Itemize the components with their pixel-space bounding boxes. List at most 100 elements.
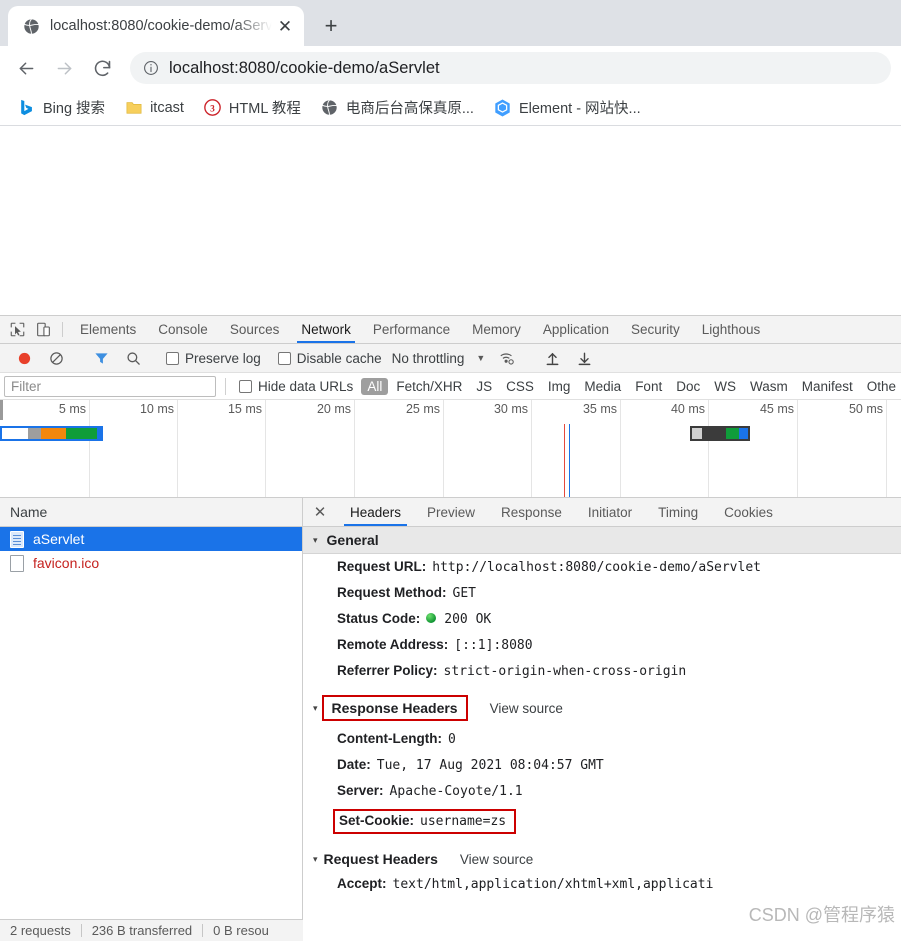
status-transferred: 236 B transferred: [91, 923, 193, 938]
devtools-tab-console[interactable]: Console: [147, 316, 219, 343]
browser-tab[interactable]: localhost:8080/cookie-demo/aServlet ✕: [8, 6, 304, 46]
request-list: aServlet favicon.ico: [0, 527, 302, 941]
globe-icon: [321, 99, 339, 117]
timeline-dcl-marker: [564, 424, 565, 497]
network-toolbar: Preserve log Disable cache No throttling…: [0, 344, 901, 373]
filter-input[interactable]: Filter: [4, 375, 216, 397]
devtools-tab-application[interactable]: Application: [532, 316, 620, 343]
devtools-tab-security[interactable]: Security: [620, 316, 691, 343]
filter-type-ws[interactable]: WS: [708, 378, 742, 395]
section-general[interactable]: ▾ General: [303, 527, 901, 554]
forward-icon[interactable]: [48, 52, 80, 84]
browser-window: localhost:8080/cookie-demo/aServlet ✕ +: [0, 0, 901, 941]
devtools-tab-lighthouse[interactable]: Lighthous: [691, 316, 772, 343]
header-key: Content-Length:: [337, 731, 442, 746]
timeline-tick: 40 ms: [671, 400, 709, 497]
request-row-aservlet[interactable]: aServlet: [0, 527, 302, 551]
bookmark-itcast[interactable]: itcast: [117, 95, 192, 121]
devtools-tab-elements[interactable]: Elements: [69, 316, 147, 343]
import-har-icon[interactable]: [536, 351, 568, 366]
section-title: Response Headers: [331, 700, 458, 716]
tab-title: localhost:8080/cookie-demo/aServlet: [50, 18, 274, 34]
devtools-tab-performance[interactable]: Performance: [362, 316, 461, 343]
timeline-tick: 20 ms: [317, 400, 355, 497]
bookmark-label: HTML 教程: [228, 101, 301, 117]
devtools-tab-memory[interactable]: Memory: [461, 316, 532, 343]
reload-icon[interactable]: [86, 52, 118, 84]
bookmark-element[interactable]: Element - 网站快...: [486, 95, 649, 121]
header-row-status-code: Status Code: 200 OK: [303, 606, 901, 632]
filter-type-other[interactable]: Othe: [861, 378, 901, 395]
header-value: http://localhost:8080/cookie-demo/aServl…: [432, 560, 761, 575]
detail-tab-response[interactable]: Response: [488, 498, 575, 526]
detail-tab-preview[interactable]: Preview: [414, 498, 488, 526]
filter-type-media[interactable]: Media: [578, 378, 627, 395]
devtools-panel: Elements Console Sources Network Perform…: [0, 315, 901, 941]
throttling-select[interactable]: No throttling ▼: [392, 351, 486, 366]
view-source-link[interactable]: View source: [460, 852, 533, 867]
request-row-favicon[interactable]: favicon.ico: [0, 551, 302, 575]
filter-type-wasm[interactable]: Wasm: [744, 378, 794, 395]
record-button[interactable]: [8, 351, 40, 366]
checkbox-box: [239, 379, 252, 393]
checkbox-box: [166, 351, 179, 365]
filter-type-img[interactable]: Img: [542, 378, 577, 395]
request-list-header[interactable]: Name: [0, 498, 302, 527]
clear-button[interactable]: [40, 351, 72, 366]
section-request-headers[interactable]: ▾ Request Headers View source: [303, 839, 901, 871]
element-icon: [494, 99, 512, 117]
network-conditions-icon[interactable]: [491, 350, 523, 366]
detail-tab-cookies[interactable]: Cookies: [711, 498, 786, 526]
filter-type-manifest[interactable]: Manifest: [796, 378, 859, 395]
header-key: Status Code:: [337, 611, 421, 626]
timeline-tick: 30 ms: [494, 400, 532, 497]
filter-type-js[interactable]: JS: [470, 378, 498, 395]
view-source-link[interactable]: View source: [490, 701, 563, 716]
timeline-tick-label: 10 ms: [139, 402, 174, 416]
header-key: Server:: [337, 783, 384, 798]
filter-type-all[interactable]: All: [361, 377, 389, 395]
detail-tab-timing[interactable]: Timing: [645, 498, 711, 526]
devtools-tab-sources[interactable]: Sources: [219, 316, 291, 343]
devtools-tab-network[interactable]: Network: [290, 316, 362, 343]
inspect-element-icon[interactable]: [4, 316, 30, 343]
filter-type-doc[interactable]: Doc: [670, 378, 706, 395]
close-icon[interactable]: ✕: [303, 498, 337, 526]
filter-icon[interactable]: [85, 351, 117, 366]
timeline-tick: 45 ms: [760, 400, 798, 497]
network-overview-timeline[interactable]: 5 ms 10 ms 15 ms 20 ms 25 ms 30 ms 35 ms…: [0, 400, 901, 498]
section-title: General: [326, 532, 379, 548]
detail-tab-initiator[interactable]: Initiator: [575, 498, 645, 526]
filter-type-fetch-xhr[interactable]: Fetch/XHR: [390, 378, 468, 395]
address-bar[interactable]: localhost:8080/cookie-demo/aServlet: [130, 52, 891, 84]
section-response-headers[interactable]: ▾ Response Headers View source: [303, 684, 901, 726]
overview-bar-aservlet: [0, 426, 103, 441]
close-icon[interactable]: ✕: [274, 15, 296, 37]
bookmark-html-tutorial[interactable]: 3 HTML 教程: [196, 95, 309, 121]
bookmark-bing[interactable]: Bing 搜索: [10, 95, 113, 121]
new-tab-button[interactable]: +: [314, 9, 348, 43]
bookmarks-bar: Bing 搜索 itcast 3 HTML 教程 电商后台高保真原... Ele…: [0, 90, 901, 126]
export-har-icon[interactable]: [568, 351, 600, 366]
info-icon[interactable]: [142, 59, 160, 77]
header-value: text/html,application/xhtml+xml,applicat…: [392, 877, 714, 892]
status-resources: 0 B resou: [213, 923, 269, 938]
bookmark-ecommerce[interactable]: 电商后台高保真原...: [313, 95, 482, 121]
device-toolbar-icon[interactable]: [30, 316, 56, 343]
disable-cache-checkbox[interactable]: Disable cache: [277, 351, 382, 366]
tab-strip: localhost:8080/cookie-demo/aServlet ✕ +: [0, 0, 901, 46]
header-value: [::1]:8080: [454, 638, 533, 653]
timeline-tick-label: 5 ms: [58, 402, 86, 416]
timeline-tick-label: 30 ms: [493, 402, 528, 416]
search-icon[interactable]: [117, 351, 149, 366]
detail-tab-headers[interactable]: Headers: [337, 498, 414, 526]
header-row-remote-address: Remote Address: [::1]:8080: [303, 632, 901, 658]
back-icon[interactable]: [10, 52, 42, 84]
filter-type-font[interactable]: Font: [629, 378, 668, 395]
bookmark-label: Element - 网站快...: [518, 101, 641, 117]
detail-tab-bar: ✕ Headers Preview Response Initiator Tim…: [303, 498, 901, 527]
preserve-log-checkbox[interactable]: Preserve log: [166, 351, 261, 366]
hide-data-urls-checkbox[interactable]: Hide data URLs: [239, 379, 353, 394]
filter-type-css[interactable]: CSS: [500, 378, 540, 395]
triangle-down-icon: ▾: [313, 702, 318, 713]
